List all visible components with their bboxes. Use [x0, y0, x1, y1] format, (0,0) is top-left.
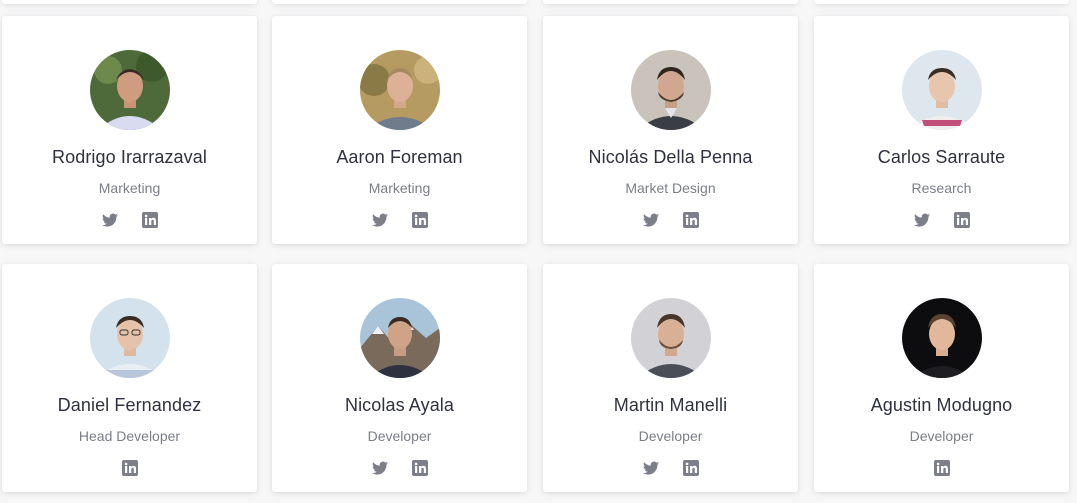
linkedin-icon[interactable]: [411, 460, 428, 476]
member-role: Head Developer: [78, 428, 181, 444]
twitter-icon[interactable]: [913, 212, 930, 228]
avatar: [631, 298, 711, 378]
avatar: [902, 50, 982, 130]
team-card: Carlos Sarraute Research: [814, 16, 1069, 244]
twitter-icon[interactable]: [371, 212, 388, 228]
linkedin-icon[interactable]: [121, 460, 138, 476]
member-name: Carlos Sarraute: [877, 147, 1006, 167]
team-card: Aaron Foreman Marketing: [272, 16, 527, 244]
avatar: [90, 50, 170, 130]
team-card: Martin Manelli Developer: [543, 264, 798, 492]
avatar: [631, 50, 711, 130]
team-card: Nicolás Della Penna Market Design: [543, 16, 798, 244]
member-name: Agustin Modugno: [870, 395, 1013, 415]
member-name: Nicolás Della Penna: [588, 147, 753, 167]
avatar: [360, 298, 440, 378]
team-card: Agustin Modugno Developer: [814, 264, 1069, 492]
member-role: Market Design: [625, 180, 716, 196]
member-name: Daniel Fernandez: [57, 395, 202, 415]
team-card: Rodrigo Irarrazaval Marketing: [2, 16, 257, 244]
team-card: Daniel Fernandez Head Developer: [2, 264, 257, 492]
team-card: Nicolas Ayala Developer: [272, 264, 527, 492]
avatar: [90, 298, 170, 378]
twitter-icon[interactable]: [642, 460, 659, 476]
linkedin-icon[interactable]: [953, 212, 970, 228]
member-role: Developer: [367, 428, 432, 444]
member-name: Martin Manelli: [613, 395, 728, 415]
member-role: Marketing: [368, 180, 431, 196]
member-role: Developer: [909, 428, 974, 444]
avatar: [360, 50, 440, 130]
twitter-icon[interactable]: [101, 212, 118, 228]
linkedin-icon[interactable]: [411, 212, 428, 228]
linkedin-icon[interactable]: [933, 460, 950, 476]
team-card-partial: [272, 0, 527, 4]
member-role: Research: [911, 180, 972, 196]
twitter-icon[interactable]: [371, 460, 388, 476]
twitter-icon[interactable]: [642, 212, 659, 228]
team-card-partial: [543, 0, 798, 4]
team-card-partial: [814, 0, 1069, 4]
linkedin-icon[interactable]: [682, 212, 699, 228]
member-name: Aaron Foreman: [336, 147, 463, 167]
linkedin-icon[interactable]: [141, 212, 158, 228]
member-name: Nicolas Ayala: [344, 395, 455, 415]
member-role: Marketing: [98, 180, 161, 196]
linkedin-icon[interactable]: [682, 460, 699, 476]
team-card-partial: [2, 0, 257, 4]
member-name: Rodrigo Irarrazaval: [52, 147, 207, 167]
avatar: [902, 298, 982, 378]
member-role: Developer: [638, 428, 703, 444]
